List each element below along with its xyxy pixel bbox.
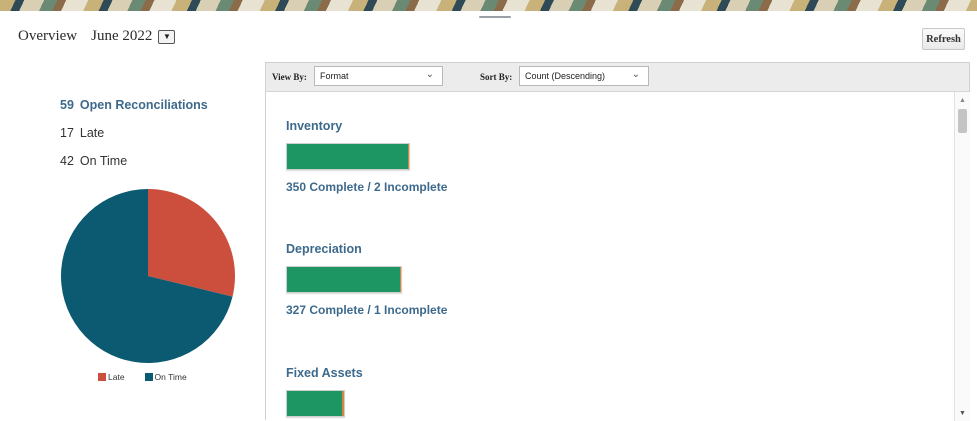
format-panel: View By: Format ⌄ Sort By: Count (Descen… bbox=[265, 62, 970, 421]
period-label: June 2022 bbox=[91, 28, 153, 44]
ontime-label: On Time bbox=[79, 154, 128, 168]
sort-by-value: Count (Descending) bbox=[525, 71, 606, 81]
format-list: Inventory 350 Complete / 2 Incomplete De… bbox=[266, 92, 954, 421]
format-group[interactable]: Inventory 350 Complete / 2 Incomplete bbox=[286, 119, 447, 194]
legend-item-ontime: On Time bbox=[144, 372, 187, 382]
legend-label-ontime: On Time bbox=[154, 372, 187, 382]
status-pie-chart bbox=[58, 186, 238, 366]
chevron-down-icon: ⌄ bbox=[425, 69, 434, 80]
late-count: 17 bbox=[60, 126, 74, 140]
incomplete-fill bbox=[399, 267, 401, 292]
ontime-count: 42 bbox=[60, 154, 74, 168]
group-name[interactable]: Fixed Assets bbox=[286, 366, 363, 380]
scroll-down-icon[interactable]: ▼ bbox=[959, 410, 966, 417]
legend-label-late: Late bbox=[108, 372, 125, 382]
format-group[interactable]: Fixed Assets bbox=[286, 366, 363, 421]
complete-fill bbox=[287, 144, 408, 169]
period-dropdown-icon[interactable]: ▼ bbox=[158, 29, 176, 44]
open-label: Open Reconciliations bbox=[79, 98, 208, 112]
chevron-down-icon: ⌄ bbox=[631, 69, 640, 80]
legend-swatch-ontime bbox=[144, 373, 153, 381]
incomplete-fill bbox=[342, 391, 344, 416]
refresh-button[interactable]: Refresh bbox=[922, 28, 965, 50]
scrollbar-thumb[interactable] bbox=[958, 109, 967, 133]
sort-by-select[interactable]: Count (Descending) ⌄ bbox=[519, 66, 649, 86]
drag-handle[interactable] bbox=[479, 16, 511, 18]
panel-toolbar: View By: Format ⌄ Sort By: Count (Descen… bbox=[266, 63, 969, 92]
complete-fill bbox=[287, 391, 343, 416]
vertical-scrollbar[interactable]: ▲ ▼ bbox=[954, 92, 970, 421]
pie-svg bbox=[61, 189, 236, 363]
legend-swatch-late bbox=[98, 373, 106, 381]
open-count: 59 bbox=[60, 98, 74, 112]
view-by-label: View By: bbox=[272, 72, 307, 82]
group-name[interactable]: Depreciation bbox=[286, 242, 447, 256]
scroll-up-icon[interactable]: ▲ bbox=[959, 97, 966, 104]
group-stats[interactable]: 327 Complete / 1 Incomplete bbox=[286, 303, 447, 317]
sort-by-label: Sort By: bbox=[480, 72, 513, 82]
group-name[interactable]: Inventory bbox=[286, 119, 447, 133]
pie-legend: Late On Time bbox=[98, 372, 207, 382]
reconciliation-summary: 59 Open Reconciliations 17 Late 42 On Time bbox=[60, 98, 208, 182]
legend-item-late: Late bbox=[98, 372, 125, 382]
open-reconciliations-link[interactable]: 59 Open Reconciliations bbox=[60, 98, 208, 126]
view-by-value: Format bbox=[320, 71, 349, 81]
late-summary: 17 Late bbox=[60, 126, 208, 154]
format-group[interactable]: Depreciation 327 Complete / 1 Incomplete bbox=[286, 242, 447, 317]
progress-bar[interactable] bbox=[286, 143, 410, 170]
page-title: Overview bbox=[18, 28, 78, 44]
header-banner bbox=[0, 0, 977, 11]
incomplete-fill bbox=[407, 144, 409, 169]
late-label: Late bbox=[79, 126, 105, 140]
view-by-select[interactable]: Format ⌄ bbox=[314, 66, 443, 86]
ontime-summary: 42 On Time bbox=[60, 154, 208, 182]
page-header: Overview June 2022 ▼ bbox=[18, 28, 176, 45]
progress-bar[interactable] bbox=[286, 266, 402, 293]
group-stats[interactable]: 350 Complete / 2 Incomplete bbox=[286, 180, 447, 194]
complete-fill bbox=[287, 267, 400, 292]
progress-bar[interactable] bbox=[286, 390, 345, 417]
